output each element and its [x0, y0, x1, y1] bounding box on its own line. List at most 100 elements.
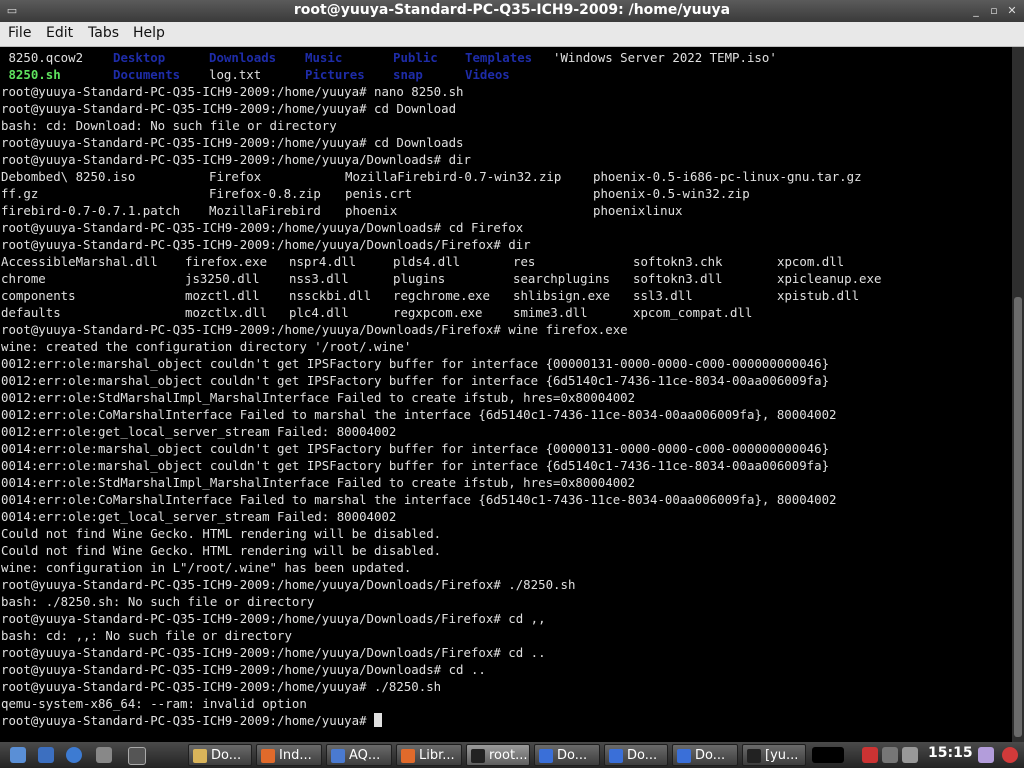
directory-entry: Downloads — [209, 50, 277, 65]
terminal-line-text: qemu-system-x86_64: --ram: invalid optio… — [1, 696, 307, 711]
terminal-line-text: 0014:err:ole:CoMarshalInterface Failed t… — [1, 492, 837, 507]
terminal-line-text: root@yuuya-Standard-PC-Q35-ICH9-2009:/ho… — [1, 220, 524, 235]
file-entry: chrome — [1, 271, 46, 286]
terminal-line: Debombed\ 8250.iso Firefox MozillaFirebird… — [1, 168, 862, 185]
file-entry: 'Windows Server 2022 TEMP.iso' — [553, 50, 777, 65]
file-entry: res — [513, 254, 536, 269]
terminal-line-text: 0012:err:ole:marshal_object couldn't get… — [1, 356, 830, 371]
terminal-line: 0014:err:ole:get_local_server_stream Fai… — [1, 508, 837, 525]
file-entry: phoenix — [345, 203, 398, 218]
taskbar-window-button[interactable]: Do... — [672, 744, 738, 766]
browser-icon[interactable] — [66, 747, 82, 763]
taskbar-window-button[interactable]: Ind... — [256, 744, 322, 766]
file-entry: components — [1, 288, 76, 303]
file-entry: penis.crt — [345, 186, 413, 201]
file-entry: ff.gz — [1, 186, 39, 201]
file-entry: mozctl.dll — [185, 288, 260, 303]
taskbar-button-label: [yu... — [765, 748, 799, 763]
document-icon — [609, 749, 623, 763]
terminal-line: 8250.qcow2 Desktop Downloads Music Public Tem… — [1, 49, 837, 66]
terminal-line: ff.gz Firefox-0.8.zip penis.crt phoenix-0.5… — [1, 185, 837, 202]
file-entry: nspr4.dll — [289, 254, 357, 269]
terminal-line: 0014:err:ole:marshal_object couldn't get… — [1, 457, 837, 474]
terminal-line: Could not find Wine Gecko. HTML renderin… — [1, 525, 837, 542]
file-entry: phoenix-0.5-i686-pc-linux-gnu.tar.gz — [593, 169, 862, 184]
terminal-line: root@yuuya-Standard-PC-Q35-ICH9-2009:/ho… — [1, 236, 837, 253]
menu-bar: File Edit Tabs Help — [0, 22, 1024, 47]
terminal-line: 0014:err:ole:CoMarshalInterface Failed t… — [1, 491, 837, 508]
terminal-line: AccessibleMarshal.dll firefox.exe nspr4.dl… — [1, 253, 844, 270]
volume-muted-icon[interactable] — [862, 747, 878, 763]
firefox-icon — [261, 749, 275, 763]
network-tray-icon[interactable] — [882, 747, 898, 763]
terminal-line: 0012:err:ole:StdMarshalImpl_MarshalInter… — [1, 389, 837, 406]
terminal-line-text: root@yuuya-Standard-PC-Q35-ICH9-2009:/ho… — [1, 645, 546, 660]
workspace-pager[interactable] — [812, 747, 844, 763]
terminal-line-text: root@yuuya-Standard-PC-Q35-ICH9-2009:/ho… — [1, 152, 471, 167]
file-entry: plc4.dll — [289, 305, 349, 320]
terminal-line-text: bash: cd: ,,: No such file or directory — [1, 628, 292, 643]
taskbar-window-button[interactable]: Do... — [188, 744, 252, 766]
terminal-line-text: bash: cd: Download: No such file or dire… — [1, 118, 337, 133]
file-entry: firebird-0.7-0.7.1.patch — [1, 203, 181, 218]
file-entry: searchplugins — [513, 271, 610, 286]
battery-icon[interactable] — [902, 747, 918, 763]
terminal-line: wine: configuration in L"/root/.wine" ha… — [1, 559, 837, 576]
menu-help[interactable]: Help — [133, 25, 165, 41]
file-entry: phoenixlinux — [593, 203, 683, 218]
terminal-line: root@yuuya-Standard-PC-Q35-ICH9-2009:/ho… — [1, 83, 837, 100]
window-switcher-icon[interactable] — [96, 747, 112, 763]
terminal-line: root@yuuya-Standard-PC-Q35-ICH9-2009:/ho… — [1, 678, 837, 695]
taskbar-button-label: Libr... — [419, 748, 455, 763]
taskbar-window-button[interactable]: Do... — [534, 744, 600, 766]
terminal-line: qemu-system-x86_64: --ram: invalid optio… — [1, 695, 837, 712]
terminal-line: 0014:err:ole:marshal_object couldn't get… — [1, 440, 837, 457]
terminal-line-text: root@yuuya-Standard-PC-Q35-ICH9-2009:/ho… — [1, 662, 486, 677]
terminal-output[interactable]: 8250.qcow2 Desktop Downloads Music Public Tem… — [0, 47, 1010, 742]
file-entry: plugins — [393, 271, 446, 286]
minimize-icon[interactable]: _ — [968, 3, 984, 19]
menu-file[interactable]: File — [8, 25, 31, 41]
terminal-launcher-icon[interactable] — [128, 747, 146, 765]
file-entry: nssckbi.dll — [289, 288, 372, 303]
file-entry: regchrome.exe — [393, 288, 490, 303]
terminal-line-text: 0014:err:ole:StdMarshalImpl_MarshalInter… — [1, 475, 636, 490]
terminal-scrollbar[interactable] — [1012, 47, 1024, 742]
taskbar-window-button[interactable]: Libr... — [396, 744, 462, 766]
terminal-icon — [747, 749, 761, 763]
terminal-line: 0012:err:ole:marshal_object couldn't get… — [1, 372, 837, 389]
scrollbar-thumb[interactable] — [1014, 297, 1022, 737]
menu-tabs[interactable]: Tabs — [88, 25, 119, 41]
terminal-line-text: wine: configuration in L"/root/.wine" ha… — [1, 560, 412, 575]
taskbar-window-button[interactable]: root... — [466, 744, 530, 766]
network-icon[interactable] — [38, 747, 54, 763]
file-entry: softokn3.chk — [633, 254, 723, 269]
taskbar-window-button[interactable]: Do... — [604, 744, 668, 766]
taskbar-window-button[interactable]: AQ... — [326, 744, 392, 766]
terminal-line-text: root@yuuya-Standard-PC-Q35-ICH9-2009:/ho… — [1, 135, 464, 150]
menu-edit[interactable]: Edit — [46, 25, 73, 41]
terminal-line: firebird-0.7-0.7.1.patch MozillaFirebird p… — [1, 202, 837, 219]
taskbar-button-label: Do... — [627, 748, 658, 763]
window-titlebar[interactable]: ▭ root@yuuya-Standard-PC-Q35-ICH9-2009: … — [0, 0, 1024, 22]
close-icon[interactable]: ✕ — [1004, 3, 1020, 19]
terminal-line-text: root@yuuya-Standard-PC-Q35-ICH9-2009:/ho… — [1, 611, 546, 626]
power-icon[interactable] — [1002, 747, 1018, 763]
taskbar-button-label: AQ... — [349, 748, 381, 763]
taskbar-window-button[interactable]: [yu... — [742, 744, 806, 766]
file-entry: defaults — [1, 305, 61, 320]
terminal-line-text: 0012:err:ole:get_local_server_stream Fai… — [1, 424, 397, 439]
file-entry: 8250.qcow2 — [1, 50, 84, 65]
directory-entry: Pictures — [305, 67, 365, 82]
terminal-line-text: 0014:err:ole:get_local_server_stream Fai… — [1, 509, 397, 524]
start-menu-icon[interactable] — [10, 747, 26, 763]
terminal-line: chrome js3250.dll nss3.dll plugins searchplu… — [1, 270, 881, 287]
terminal-line: bash: cd: Download: No such file or dire… — [1, 117, 837, 134]
window-title: root@yuuya-Standard-PC-Q35-ICH9-2009: /h… — [293, 2, 731, 18]
notification-icon[interactable] — [978, 747, 994, 763]
file-entry: Debombed\ 8250.iso — [1, 169, 136, 184]
maximize-icon[interactable]: ▫ — [986, 3, 1002, 19]
clock[interactable]: 15:15 — [928, 745, 973, 761]
directory-entry: Desktop — [113, 50, 166, 65]
terminal-line: bash: cd: ,,: No such file or directory — [1, 627, 837, 644]
